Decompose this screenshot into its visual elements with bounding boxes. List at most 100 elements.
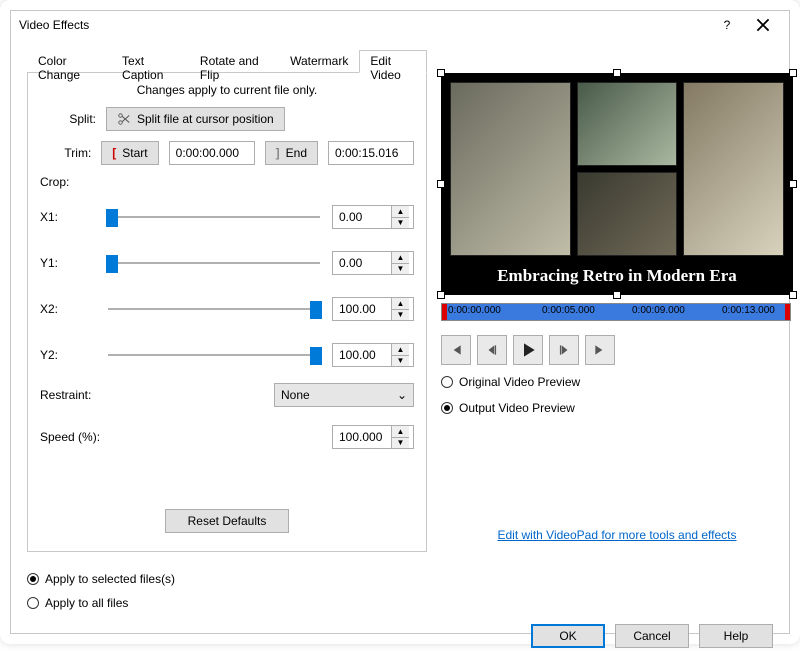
radio-icon <box>441 376 453 388</box>
reset-defaults-button[interactable]: Reset Defaults <box>165 509 290 533</box>
y1-spinner[interactable]: ▲▼ <box>332 251 414 275</box>
timeline-tick: 0:00:09.000 <box>632 305 685 316</box>
dialog-footer: Apply to selected files(s) Apply to all … <box>11 562 789 662</box>
left-pane: Color Change Text Caption Rotate and Fli… <box>27 49 427 552</box>
step-forward-icon <box>557 343 571 357</box>
preview-overlay-text: Embracing Retro in Modern Era <box>442 266 792 286</box>
x2-value[interactable] <box>333 298 391 320</box>
crop-handle[interactable] <box>437 69 445 77</box>
y2-slider[interactable] <box>108 345 320 365</box>
skip-start-icon <box>449 343 463 357</box>
output-preview-radio[interactable]: Output Video Preview <box>441 401 793 415</box>
y2-spin-down[interactable]: ▼ <box>392 356 409 367</box>
trim-start-button[interactable]: [ Start <box>101 141 158 165</box>
x2-slider[interactable] <box>108 299 320 319</box>
tab-color-change[interactable]: Color Change <box>27 50 111 73</box>
y1-spin-up[interactable]: ▲ <box>392 252 409 264</box>
close-button[interactable] <box>745 11 781 39</box>
end-bracket-icon: ] <box>276 146 280 160</box>
x1-spin-up[interactable]: ▲ <box>392 206 409 218</box>
help-footer-button[interactable]: Help <box>699 624 773 648</box>
help-button[interactable]: ? <box>709 11 745 39</box>
edit-video-panel: Changes apply to current file only. Spli… <box>27 73 427 552</box>
x1-label: X1: <box>40 210 96 224</box>
tab-strip: Color Change Text Caption Rotate and Fli… <box>27 49 427 73</box>
video-effects-dialog: Video Effects ? Color Change Text Captio… <box>10 10 790 634</box>
preview-collage <box>450 82 784 256</box>
x1-row: X1: ▲▼ <box>40 205 414 229</box>
crop-handle[interactable] <box>613 69 621 77</box>
preview-thumb <box>450 82 571 256</box>
speed-spin-down[interactable]: ▼ <box>392 438 409 449</box>
speed-spinner[interactable]: ▲▼ <box>332 425 414 449</box>
titlebar: Video Effects ? <box>11 11 789 39</box>
y2-spinner[interactable]: ▲▼ <box>332 343 414 367</box>
crop-handle[interactable] <box>613 291 621 299</box>
restraint-row: Restraint: None ⌄ <box>40 383 414 407</box>
cancel-button[interactable]: Cancel <box>615 624 689 648</box>
x2-spin-up[interactable]: ▲ <box>392 298 409 310</box>
tab-text-caption[interactable]: Text Caption <box>111 50 189 73</box>
apply-selected-label: Apply to selected files(s) <box>45 572 175 586</box>
play-button[interactable] <box>513 335 543 365</box>
videopad-link[interactable]: Edit with VideoPad for more tools and ef… <box>441 528 793 552</box>
tab-watermark[interactable]: Watermark <box>279 50 359 73</box>
apply-all-label: Apply to all files <box>45 596 128 610</box>
y2-label: Y2: <box>40 348 96 362</box>
y1-value[interactable] <box>333 252 391 274</box>
x2-row: X2: ▲▼ <box>40 297 414 321</box>
start-bracket-icon: [ <box>112 146 116 160</box>
next-frame-button[interactable] <box>549 335 579 365</box>
trim-start-field[interactable] <box>169 141 255 165</box>
speed-spin-up[interactable]: ▲ <box>392 426 409 438</box>
x1-slider[interactable] <box>108 207 320 227</box>
ok-button[interactable]: OK <box>531 624 605 648</box>
speed-value[interactable] <box>333 426 391 448</box>
close-icon <box>756 18 770 32</box>
skip-end-icon <box>593 343 607 357</box>
preview-area[interactable]: Embracing Retro in Modern Era <box>441 73 793 295</box>
x1-value[interactable] <box>333 206 391 228</box>
first-frame-button[interactable] <box>441 335 471 365</box>
original-preview-radio[interactable]: Original Video Preview <box>441 375 793 389</box>
last-frame-button[interactable] <box>585 335 615 365</box>
x2-spin-down[interactable]: ▼ <box>392 310 409 321</box>
y2-spin-up[interactable]: ▲ <box>392 344 409 356</box>
x2-spinner[interactable]: ▲▼ <box>332 297 414 321</box>
tab-edit-video[interactable]: Edit Video <box>359 50 427 73</box>
y1-slider[interactable] <box>108 253 320 273</box>
trim-end-field[interactable] <box>328 141 414 165</box>
radio-icon <box>27 573 39 585</box>
crop-handle[interactable] <box>789 180 797 188</box>
y1-spin-down[interactable]: ▼ <box>392 264 409 275</box>
restraint-select[interactable]: None ⌄ <box>274 383 414 407</box>
help-icon: ? <box>724 18 731 32</box>
split-button-label: Split file at cursor position <box>137 112 274 126</box>
prev-frame-button[interactable] <box>477 335 507 365</box>
ok-label: OK <box>559 629 576 643</box>
trim-label: Trim: <box>40 146 91 160</box>
timeline[interactable]: 0:00:00.000 0:00:05.000 0:00:09.000 0:00… <box>441 303 791 321</box>
play-icon <box>520 342 536 358</box>
timeline-end-marker[interactable] <box>785 304 790 320</box>
trim-end-button[interactable]: ] End <box>265 141 318 165</box>
crop-handle[interactable] <box>789 291 797 299</box>
split-row: Split: Split file at cursor position <box>40 107 414 131</box>
crop-handle[interactable] <box>437 291 445 299</box>
window-title: Video Effects <box>19 18 709 32</box>
x1-spinner[interactable]: ▲▼ <box>332 205 414 229</box>
crop-label: Crop: <box>40 175 96 189</box>
y2-value[interactable] <box>333 344 391 366</box>
apply-selected-radio[interactable]: Apply to selected files(s) <box>27 572 773 586</box>
original-preview-label: Original Video Preview <box>459 375 580 389</box>
crop-handle[interactable] <box>437 180 445 188</box>
crop-handle[interactable] <box>789 69 797 77</box>
x1-spin-down[interactable]: ▼ <box>392 218 409 229</box>
timeline-start-marker[interactable] <box>442 304 447 320</box>
speed-label: Speed (%): <box>40 430 116 444</box>
tab-rotate-flip[interactable]: Rotate and Flip <box>189 50 279 73</box>
timeline-tick: 0:00:05.000 <box>542 305 595 316</box>
apply-all-radio[interactable]: Apply to all files <box>27 596 773 610</box>
restraint-value: None <box>281 388 310 402</box>
split-button[interactable]: Split file at cursor position <box>106 107 285 131</box>
